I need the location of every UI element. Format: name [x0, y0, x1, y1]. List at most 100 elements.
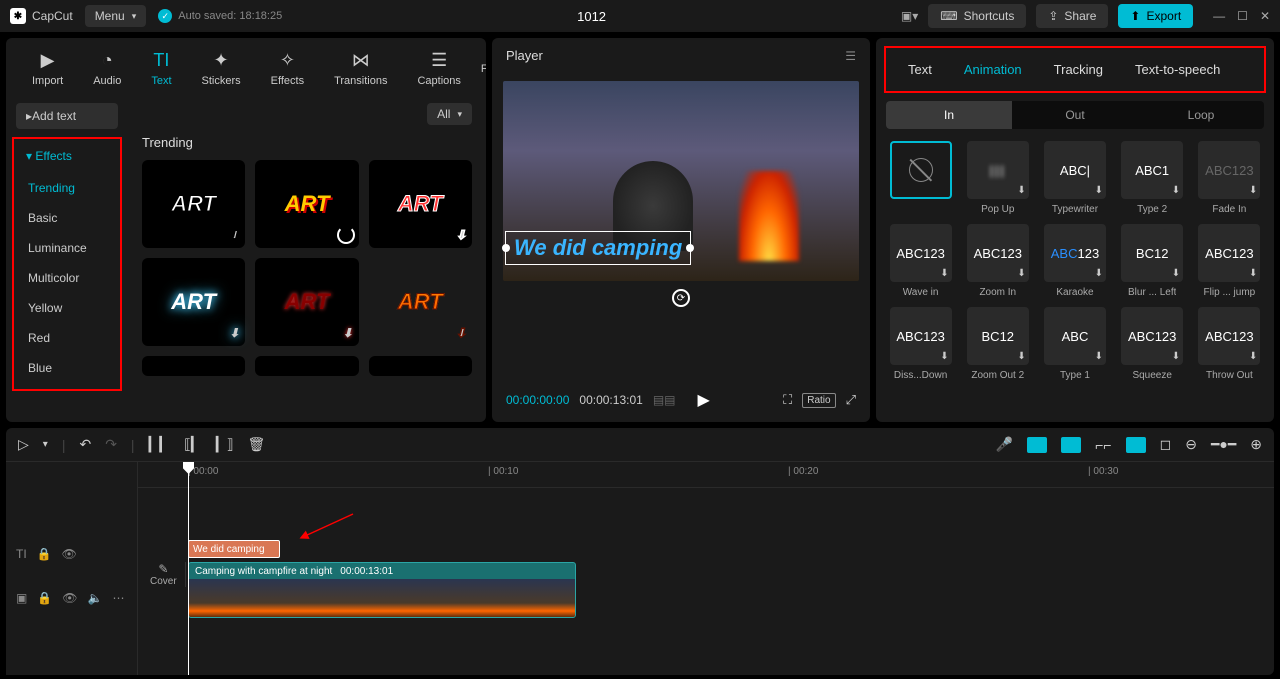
link-icon[interactable]: ⌐⌐ — [1095, 437, 1111, 453]
visibility-icon[interactable]: 👁 — [62, 591, 77, 605]
animation-thumb[interactable]: ABC123⬇ — [890, 307, 952, 365]
compare-icon[interactable]: ▤▤ — [653, 393, 676, 407]
sub-item-luminance[interactable]: Luminance — [18, 233, 116, 263]
animation-thumb[interactable]: ABC1⬇ — [1121, 141, 1183, 199]
animation-thumb[interactable]: BC12⬇ — [967, 307, 1029, 365]
animation-thumb[interactable]: ABC123⬇ — [890, 224, 952, 282]
animation-thumb[interactable]: ABC123⬇ — [1198, 141, 1260, 199]
lock-icon[interactable]: 🔒 — [37, 591, 52, 605]
rotate-handle-icon[interactable]: ⟳ — [672, 289, 690, 307]
animation-thumb[interactable]: ABC123⬇ — [1198, 224, 1260, 282]
animation-cell[interactable]: ABC123⬇Squeeze — [1118, 307, 1187, 382]
add-text-button[interactable]: ▸ Add text — [16, 103, 118, 129]
zoom-out-icon[interactable]: ⊖ — [1185, 436, 1197, 453]
preview-area[interactable]: We did camping ⟳ — [492, 73, 870, 390]
tab-text[interactable]: TIText — [137, 46, 185, 91]
animation-thumb[interactable]: BC12⬇ — [1121, 224, 1183, 282]
animation-cell[interactable]: ABC⬇Type 1 — [1040, 307, 1109, 382]
text-effect-thumb[interactable]: ART⬇ — [142, 258, 245, 346]
mic-icon[interactable]: 🎤 — [996, 436, 1013, 453]
track-tool-3[interactable] — [1126, 437, 1146, 453]
mode-tab-in[interactable]: In — [886, 101, 1012, 129]
animation-thumb[interactable]: ABC123⬇ — [967, 224, 1029, 282]
sub-item-basic[interactable]: Basic — [18, 203, 116, 233]
lock-icon[interactable]: 🔒 — [37, 547, 52, 561]
menu-button[interactable]: Menu — [85, 5, 147, 27]
sub-item-trending[interactable]: Trending — [18, 173, 116, 203]
playhead[interactable] — [188, 462, 189, 675]
all-filter-button[interactable]: All — [427, 103, 472, 125]
ratio-button[interactable]: Ratio — [802, 393, 835, 408]
track-tool-2[interactable] — [1061, 437, 1081, 453]
animation-cell[interactable]: ABC123⬇Throw Out — [1195, 307, 1264, 382]
text-effect-thumb[interactable]: ART — [255, 160, 358, 248]
tab-filters[interactable]: F — [477, 59, 486, 79]
animation-cell[interactable]: ABC|⬇Typewriter — [1040, 141, 1109, 216]
tab-tts[interactable]: Text-to-speech — [1121, 54, 1234, 85]
delete-left-icon[interactable]: ⟦▎ — [184, 436, 202, 453]
animation-cell[interactable]: ABC123⬇Flip ... jump — [1195, 224, 1264, 299]
animation-thumb[interactable]: ABC123⬇ — [1044, 224, 1106, 282]
crop-icon[interactable]: ◻ — [1160, 436, 1172, 453]
tab-tracking[interactable]: Tracking — [1040, 54, 1117, 85]
play-button[interactable]: ▶ — [698, 390, 710, 410]
video-clip[interactable]: Camping with campfire at night 00:00:13:… — [188, 562, 576, 618]
animation-thumb[interactable] — [890, 141, 952, 199]
tab-stickers[interactable]: ✦Stickers — [188, 46, 255, 91]
fullscreen-icon[interactable]: ⤢ — [846, 392, 856, 408]
split-icon[interactable]: ▎▎ — [149, 436, 171, 453]
timeline-ruler[interactable]: | 00:00| 00:10| 00:20| 00:30 — [138, 462, 1274, 488]
text-overlay-bbox[interactable]: We did camping — [505, 231, 691, 265]
text-clip[interactable]: We did camping — [188, 540, 280, 558]
redo-icon[interactable]: ↷ — [105, 436, 117, 453]
delete-icon[interactable]: 🗑 — [248, 436, 266, 453]
text-effect-thumb[interactable] — [255, 356, 358, 376]
text-effect-thumb[interactable]: ART⬇ — [369, 258, 472, 346]
cover-button[interactable]: ✎ Cover — [150, 562, 186, 587]
sub-item-multicolor[interactable]: Multicolor — [18, 263, 116, 293]
text-effect-thumb[interactable] — [369, 356, 472, 376]
maximize-icon[interactable]: ☐ — [1237, 9, 1248, 23]
zoom-slider[interactable]: ━●━ — [1211, 436, 1236, 453]
undo-icon[interactable]: ↶ — [79, 436, 91, 453]
animation-cell[interactable]: ABC123⬇Karaoke — [1040, 224, 1109, 299]
animation-thumb[interactable]: ABC|⬇ — [1044, 141, 1106, 199]
visibility-icon[interactable]: 👁 — [62, 547, 77, 561]
tab-import[interactable]: ▶Import — [18, 46, 77, 91]
animation-cell[interactable]: ABC123⬇Wave in — [886, 224, 955, 299]
animation-thumb[interactable]: ABC123⬇ — [1198, 307, 1260, 365]
tab-transitions[interactable]: ⋈Transitions — [320, 46, 401, 91]
more-icon[interactable]: ⋯ — [112, 591, 124, 605]
text-effect-thumb[interactable]: ART⬇ — [369, 160, 472, 248]
animation-thumb[interactable]: ABC⬇ — [1044, 307, 1106, 365]
tab-effects[interactable]: ✧Effects — [257, 46, 318, 91]
animation-cell[interactable]: ABC123⬇Zoom In — [963, 224, 1032, 299]
delete-right-icon[interactable]: ▎⟧ — [216, 436, 234, 453]
animation-thumb[interactable]: |||⬇ — [967, 141, 1029, 199]
tab-captions[interactable]: ☰Captions — [403, 46, 474, 91]
track-tool-1[interactable] — [1027, 437, 1047, 453]
shortcuts-button[interactable]: ⌨ Shortcuts — [928, 4, 1026, 28]
mute-icon[interactable]: 🔈 — [88, 591, 103, 605]
text-effect-thumb[interactable]: ART⬇ — [255, 258, 358, 346]
sub-item-red[interactable]: Red — [18, 323, 116, 353]
share-button[interactable]: ⇪ Share — [1036, 4, 1108, 28]
layout-icon[interactable]: ▣▾ — [901, 9, 918, 23]
sub-item-yellow[interactable]: Yellow — [18, 293, 116, 323]
animation-cell[interactable]: BC12⬇Blur ... Left — [1118, 224, 1187, 299]
minimize-icon[interactable]: — — [1213, 9, 1225, 23]
scale-icon[interactable]: ⛶ — [783, 392, 792, 408]
animation-cell[interactable]: ABC123⬇Fade In — [1195, 141, 1264, 216]
export-button[interactable]: ⬆ Export — [1118, 4, 1193, 28]
text-effect-thumb[interactable] — [142, 356, 245, 376]
project-title[interactable]: 1012 — [294, 9, 889, 24]
animation-cell[interactable]: |||⬇Pop Up — [963, 141, 1032, 216]
text-overlay[interactable]: We did camping — [514, 235, 682, 260]
preview-frame[interactable]: We did camping ⟳ — [503, 81, 859, 281]
effects-header[interactable]: ▾ Effects — [18, 145, 116, 167]
sub-item-blue[interactable]: Blue — [18, 353, 116, 383]
select-dropdown-icon[interactable]: ▾ — [43, 439, 48, 450]
animation-cell[interactable]: ABC123⬇Diss...Down — [886, 307, 955, 382]
animation-cell[interactable]: BC12⬇Zoom Out 2 — [963, 307, 1032, 382]
tab-text-inspector[interactable]: Text — [894, 54, 946, 85]
